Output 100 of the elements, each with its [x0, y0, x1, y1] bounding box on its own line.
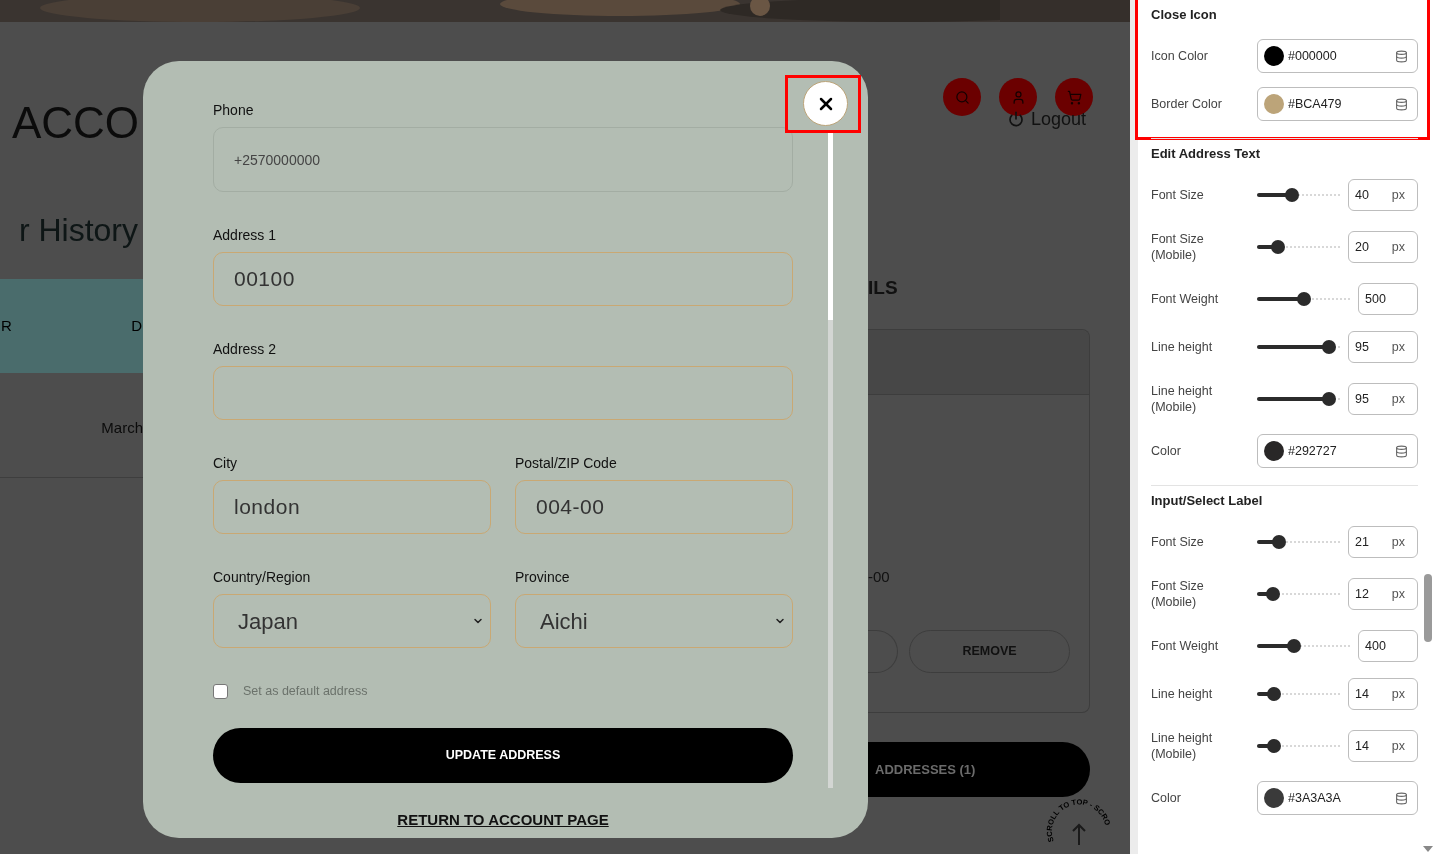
database-icon — [1395, 97, 1408, 111]
section-title: Close Icon — [1151, 7, 1218, 23]
unit-label: px — [1391, 338, 1405, 356]
slider-track[interactable] — [1257, 639, 1350, 653]
checkbox-label: Set as default address — [243, 683, 368, 700]
field-label: Country/Region — [213, 568, 311, 586]
checkbox[interactable] — [213, 683, 228, 699]
number-input[interactable]: 20 px — [1348, 231, 1418, 263]
slider-thumb[interactable] — [1322, 340, 1337, 354]
slider-track[interactable] — [1257, 240, 1340, 254]
unit-label: px — [1391, 186, 1405, 204]
close-button[interactable] — [803, 81, 848, 126]
slider-thumb[interactable] — [1287, 639, 1302, 653]
slider-track[interactable] — [1257, 739, 1340, 753]
slider-thumb[interactable] — [1265, 587, 1280, 601]
slider-thumb[interactable] — [1266, 739, 1281, 753]
number-input[interactable]: 500 — [1358, 283, 1418, 315]
color-value: #292727 — [1288, 442, 1338, 460]
setting-label: Font Weight — [1151, 291, 1220, 308]
number-input[interactable]: 14 px — [1348, 678, 1418, 710]
color-input[interactable]: #BCA479 — [1257, 87, 1418, 121]
unit-label: px — [1391, 685, 1405, 703]
field-label: Province — [515, 568, 570, 586]
input-field[interactable]: +2570000000 — [213, 127, 793, 192]
setting-label: Icon Color — [1151, 48, 1209, 65]
color-value: #3A3A3A — [1288, 789, 1342, 807]
section-heading: ILS — [868, 277, 899, 299]
setting-label: Color — [1151, 443, 1182, 460]
slider-thumb[interactable] — [1322, 392, 1337, 406]
number-input[interactable]: 400 — [1358, 630, 1418, 662]
slider-track[interactable] — [1257, 587, 1340, 601]
input-field[interactable]: 00100 — [213, 252, 793, 306]
color-input[interactable]: #3A3A3A — [1257, 781, 1418, 815]
setting-label: Font Size (Mobile) — [1151, 231, 1205, 264]
input-field[interactable]: london — [213, 480, 491, 534]
setting-label: Line height (Mobile) — [1151, 730, 1214, 763]
slider-track[interactable] — [1257, 188, 1340, 202]
setting-label: Color — [1151, 790, 1182, 807]
slider-thumb[interactable] — [1296, 292, 1311, 306]
column-header: R — [0, 315, 12, 336]
number-input[interactable]: 12 px — [1348, 578, 1418, 610]
unit-label: px — [1391, 533, 1405, 551]
database-icon — [1395, 791, 1408, 805]
database-icon — [1395, 444, 1408, 458]
field-label: Postal/ZIP Code — [515, 454, 617, 472]
input-field[interactable]: 004-00 — [515, 480, 793, 534]
table-cell-text: March — [101, 418, 143, 435]
slider-track[interactable] — [1257, 392, 1340, 406]
unit-label: px — [1391, 737, 1405, 755]
field-label: Address 2 — [213, 340, 277, 358]
select-field[interactable]: Aichi — [515, 594, 793, 648]
addresses-button[interactable]: ADDRESSES (1) — [868, 742, 1090, 797]
setting-label: Font Size — [1151, 534, 1205, 551]
return-link[interactable]: RETURN TO ACCOUNT PAGE — [397, 808, 609, 832]
section-title: Edit Address Text — [1151, 146, 1262, 162]
search-icon — [954, 89, 970, 105]
number-input[interactable]: 40 px — [1348, 179, 1418, 211]
user-icon — [1010, 89, 1026, 105]
color-input[interactable]: #292727 — [1257, 434, 1418, 468]
number-input[interactable]: 95 px — [1348, 331, 1418, 363]
slider-thumb[interactable] — [1284, 188, 1299, 202]
unit-label: px — [1391, 238, 1405, 256]
slider-thumb[interactable] — [1270, 240, 1285, 254]
number-input[interactable]: 21 px — [1348, 526, 1418, 558]
number-input[interactable]: 14 px — [1348, 730, 1418, 762]
page-heading: r History — [18, 211, 138, 250]
cart-icon — [1066, 89, 1082, 105]
field-label: Address 1 — [213, 226, 277, 244]
slider-track[interactable] — [1257, 340, 1340, 354]
database-icon — [1395, 49, 1408, 63]
setting-label: Font Size (Mobile) — [1151, 578, 1205, 611]
setting-label: Border Color — [1151, 96, 1223, 113]
column-header: D — [130, 315, 142, 336]
power-icon — [1008, 111, 1024, 127]
field-label: City — [213, 454, 238, 472]
update-address-button[interactable]: UPDATE ADDRESS — [213, 727, 793, 783]
slider-track[interactable] — [1257, 535, 1340, 549]
scroll-down-arrow-icon[interactable] — [1423, 846, 1433, 852]
color-value: #BCA479 — [1288, 95, 1343, 113]
scrollbar-thumb[interactable] — [1424, 574, 1432, 642]
slider-track[interactable] — [1257, 687, 1340, 701]
slider-thumb[interactable] — [1271, 535, 1286, 549]
section-title: Input/Select Label — [1151, 493, 1264, 509]
setting-label: Line height (Mobile) — [1151, 383, 1214, 416]
logo-text: ACCO — [11, 98, 139, 148]
slider-track[interactable] — [1257, 292, 1350, 306]
setting-label: Line height — [1151, 339, 1214, 356]
slider-thumb[interactable] — [1266, 687, 1281, 701]
setting-label: Line height — [1151, 686, 1214, 703]
input-field[interactable] — [213, 366, 793, 420]
color-value: #000000 — [1288, 47, 1338, 65]
setting-label: Font Size — [1151, 187, 1205, 204]
field-label: Phone — [213, 101, 254, 119]
number-input[interactable]: 95 px — [1348, 383, 1418, 415]
color-input[interactable]: #000000 — [1257, 39, 1418, 73]
address-text: -00 — [868, 568, 891, 586]
setting-label: Font Weight — [1151, 638, 1220, 655]
unit-label: px — [1391, 585, 1405, 603]
unit-label: px — [1391, 390, 1405, 408]
select-field[interactable]: Japan — [213, 594, 491, 648]
